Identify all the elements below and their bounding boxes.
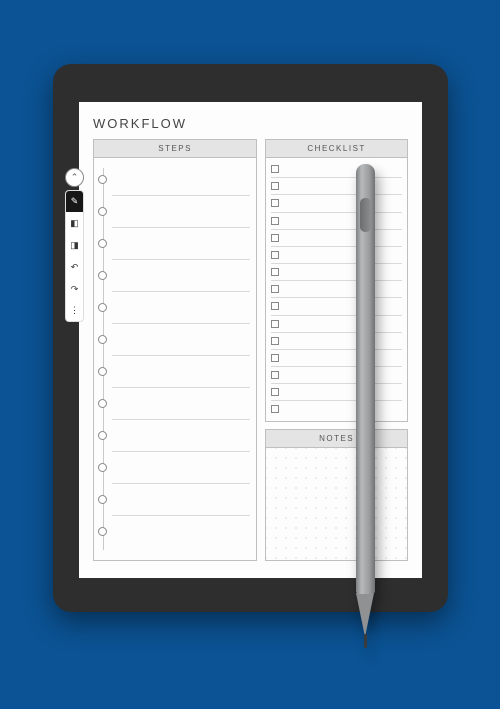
checkbox-icon[interactable] [271, 285, 279, 293]
step-row[interactable] [112, 324, 250, 356]
notes-body[interactable] [266, 448, 407, 560]
steps-panel: STEPS [93, 139, 257, 561]
steps-connector-line [103, 168, 104, 550]
notes-header: NOTES [266, 430, 407, 448]
step-row[interactable] [112, 164, 250, 196]
tablet-device: WORKFLOW STEPS CHECKLIST NOTES [53, 64, 448, 612]
checklist-body[interactable] [266, 158, 407, 421]
step-circle-icon [98, 399, 107, 408]
toolbar-collapse-button[interactable]: ⌃ [65, 168, 84, 187]
checklist-row[interactable] [271, 195, 402, 212]
tool-toolbar: ⌃ ✎◧◨↶↷⋮ [65, 168, 84, 322]
step-row[interactable] [112, 260, 250, 292]
checklist-row[interactable] [271, 350, 402, 367]
checkbox-icon[interactable] [271, 165, 279, 173]
step-circle-icon [98, 239, 107, 248]
step-circle-icon [98, 303, 107, 312]
step-circle-icon [98, 175, 107, 184]
step-row[interactable] [112, 452, 250, 484]
checklist-row[interactable] [271, 384, 402, 401]
checklist-panel: CHECKLIST [265, 139, 408, 422]
checkbox-icon[interactable] [271, 182, 279, 190]
checklist-row[interactable] [271, 213, 402, 230]
checklist-row[interactable] [271, 316, 402, 333]
step-row[interactable] [112, 516, 250, 548]
stylus-button [360, 198, 371, 232]
left-column: STEPS [93, 139, 257, 561]
step-row[interactable] [112, 356, 250, 388]
checkbox-icon[interactable] [271, 251, 279, 259]
checklist-row[interactable] [271, 178, 402, 195]
checkbox-icon[interactable] [271, 388, 279, 396]
checkbox-icon[interactable] [271, 354, 279, 362]
checklist-row[interactable] [271, 298, 402, 315]
checklist-row[interactable] [271, 264, 402, 281]
checklist-row[interactable] [271, 333, 402, 350]
checklist-header: CHECKLIST [266, 140, 407, 158]
checklist-row[interactable] [271, 247, 402, 264]
step-row[interactable] [112, 388, 250, 420]
checklist-row[interactable] [271, 401, 402, 417]
step-row[interactable] [112, 292, 250, 324]
redo-tool[interactable]: ↷ [65, 278, 84, 300]
steps-header: STEPS [94, 140, 256, 158]
step-circle-icon [98, 271, 107, 280]
checklist-row[interactable] [271, 367, 402, 384]
checkbox-icon[interactable] [271, 234, 279, 242]
checkbox-icon[interactable] [271, 199, 279, 207]
more-tool[interactable]: ⋮ [65, 300, 84, 322]
checklist-row[interactable] [271, 230, 402, 247]
checklist-row[interactable] [271, 161, 402, 178]
highlighter-tool[interactable]: ◧ [65, 212, 84, 234]
step-circle-icon [98, 431, 107, 440]
stylus-tip [364, 634, 367, 648]
checkbox-icon[interactable] [271, 302, 279, 310]
page-title: WORKFLOW [93, 116, 408, 131]
checklist-row[interactable] [271, 281, 402, 298]
step-row[interactable] [112, 484, 250, 516]
stylus-body [356, 164, 375, 594]
undo-tool[interactable]: ↶ [65, 256, 84, 278]
eraser-tool[interactable]: ◨ [65, 234, 84, 256]
step-circle-icon [98, 495, 107, 504]
steps-body[interactable] [94, 158, 256, 560]
checkbox-icon[interactable] [271, 405, 279, 413]
checkbox-icon[interactable] [271, 217, 279, 225]
step-row[interactable] [112, 228, 250, 260]
checkbox-icon[interactable] [271, 320, 279, 328]
step-circle-icon [98, 367, 107, 376]
checkbox-icon[interactable] [271, 268, 279, 276]
step-circle-icon [98, 527, 107, 536]
right-column: CHECKLIST NOTES [265, 139, 408, 561]
step-circle-icon [98, 207, 107, 216]
step-row[interactable] [112, 420, 250, 452]
checkbox-icon[interactable] [271, 371, 279, 379]
step-circle-icon [98, 463, 107, 472]
step-row[interactable] [112, 196, 250, 228]
stylus-cone [356, 593, 374, 637]
notes-panel: NOTES [265, 429, 408, 561]
step-circle-icon [98, 335, 107, 344]
pen-tool[interactable]: ✎ [65, 190, 84, 212]
checkbox-icon[interactable] [271, 337, 279, 345]
stylus [356, 164, 375, 654]
